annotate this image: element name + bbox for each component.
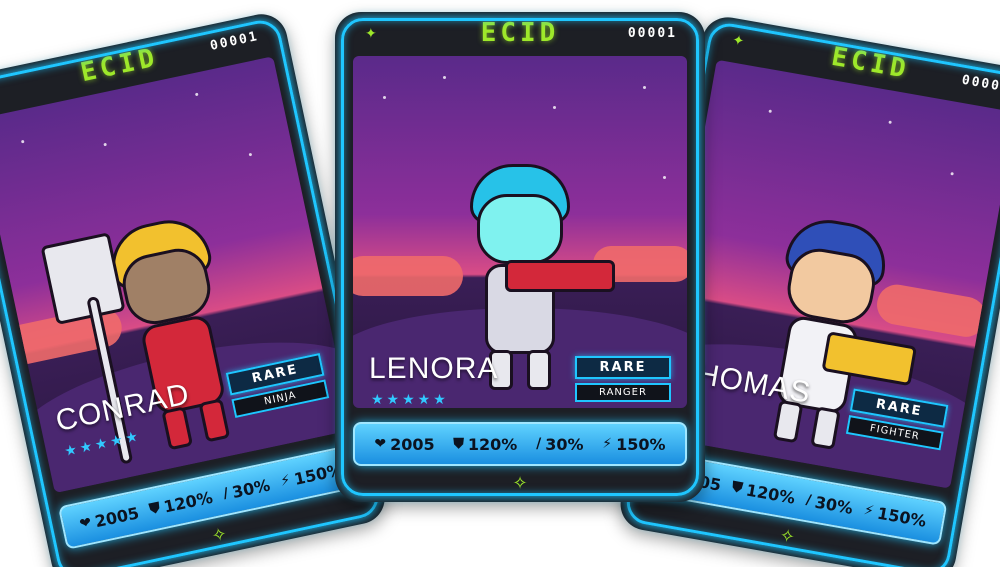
heart-icon: ❤ [78, 514, 93, 533]
stat-attack: /30% [536, 434, 584, 454]
character-card-lenora[interactable]: ✦ ECID 00001 LENORA ★★★★★ RARE RANGER ❤ … [335, 12, 705, 502]
stat-speed: ⚡ 150% [602, 434, 666, 454]
stat-speed: ⚡ 150% [862, 502, 928, 531]
card-serial: 00001 [960, 72, 1000, 96]
sword-icon: / [221, 485, 230, 502]
sword-icon: / [804, 491, 813, 509]
emblem-icon: ✧ [777, 524, 797, 549]
class-badge: RANGER [575, 383, 671, 402]
sword-icon: / [536, 436, 542, 452]
star-rating: ★★★★★ [371, 392, 449, 408]
gear-icon: ✦ [731, 32, 746, 51]
stat-attack: /30% [221, 475, 272, 502]
stat-hp: ❤2005 [78, 502, 141, 533]
card-serial: 00001 [208, 28, 261, 54]
shield-icon: ⛊ [730, 478, 744, 497]
stats-bar: ❤2005 ⛊120% /30% ⚡150% [353, 422, 687, 466]
stat-defense: ⛊ 120% [453, 434, 518, 454]
rarity-block: RARE FIGHTER [845, 388, 949, 451]
heart-icon: ❤ [374, 436, 387, 452]
character-name: LENORA [369, 352, 499, 385]
gear-icon: ✦ [365, 26, 377, 42]
visor [477, 194, 563, 264]
shield-icon: ⛊ [453, 436, 464, 452]
card-name-row: LENORA ★★★★★ RARE RANGER [369, 352, 671, 412]
card-logo: ECID [829, 41, 912, 86]
card-top-bar: ✦ ECID 00001 [335, 12, 705, 56]
shield-icon: ⛊ [148, 499, 162, 518]
emblem-icon: ✧ [209, 523, 229, 548]
stat-defense: ⛊ 120% [148, 487, 215, 518]
axe-icon [40, 232, 126, 326]
card-logo: ECID [77, 42, 162, 89]
card-showcase: ✦ ECID 00001 CONRAD ★★★★★ RARE [0, 0, 1000, 567]
stat-attack: /30% [804, 491, 855, 518]
stat-hp: ❤2005 [374, 434, 435, 454]
stat-defense: ⛊ 120% [730, 478, 797, 508]
lightning-icon: ⚡ [862, 502, 876, 520]
rarity-badge: RARE [575, 356, 671, 379]
character-card-conrad[interactable]: ✦ ECID 00001 CONRAD ★★★★★ RARE [0, 9, 390, 567]
lightning-icon: ⚡ [602, 436, 613, 452]
card-logo: ECID [480, 18, 560, 48]
rarity-block: RARE RANGER [575, 356, 671, 402]
lightning-icon: ⚡ [279, 472, 292, 490]
emblem-icon: ✧ [512, 473, 528, 494]
blaster-icon [505, 260, 615, 292]
card-serial: 00001 [627, 26, 677, 41]
